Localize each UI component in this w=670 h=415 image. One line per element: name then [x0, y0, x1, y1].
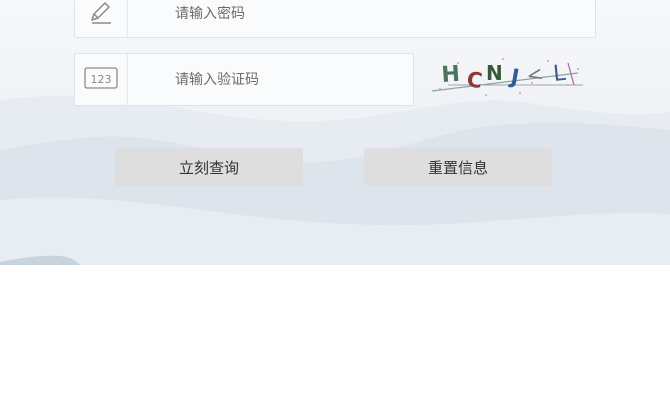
captcha-icon-label: 123	[91, 73, 112, 86]
pencil-icon	[87, 0, 115, 30]
password-field	[74, 0, 596, 38]
svg-text:C: C	[465, 67, 484, 93]
svg-text:N: N	[486, 61, 503, 85]
password-input[interactable]	[175, 0, 585, 37]
captcha-icon-cell: 123	[75, 54, 128, 105]
numeric-123-icon: 123	[84, 65, 118, 95]
svg-text:L: L	[552, 61, 568, 87]
captcha-field: 123	[74, 53, 414, 106]
mountain-background	[0, 0, 670, 265]
captcha-image[interactable]: H C N J < L	[428, 55, 590, 101]
mountain-landscape-illustration	[0, 95, 670, 265]
query-now-button[interactable]: 立刻查询	[115, 148, 303, 186]
captcha-input[interactable]	[175, 54, 403, 105]
svg-text:H: H	[441, 62, 461, 88]
password-icon-cell	[75, 0, 128, 37]
svg-text:<: <	[524, 61, 545, 88]
reset-info-button[interactable]: 重置信息	[364, 148, 552, 186]
